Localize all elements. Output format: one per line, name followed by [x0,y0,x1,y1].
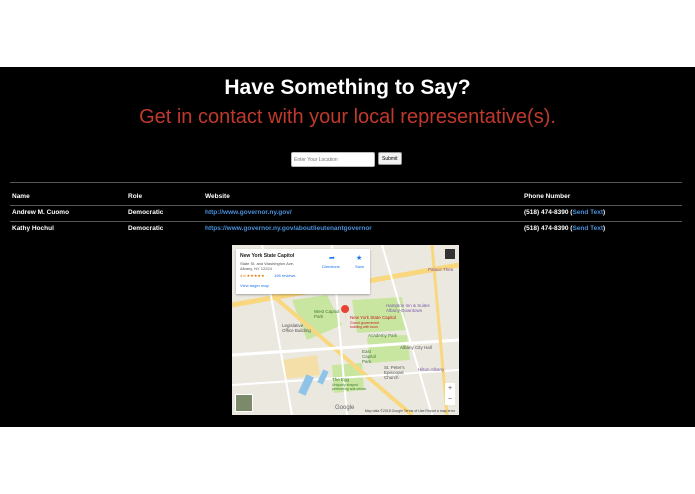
map-label: Albany City Hall [400,345,432,350]
map-label: Palace Thea [428,267,454,272]
submit-button[interactable]: Submit [378,152,402,165]
map-label: West Capitol Park [314,309,340,319]
save-button[interactable]: Save [355,264,364,269]
rep-phone: (518) 474-8390 (Send Text) [524,225,606,232]
directions-icon[interactable]: ➦ [329,254,335,262]
rep-website-link[interactable]: http://www.governor.ny.gov/ [205,209,292,216]
map-footer: Map data ©2018 Google Terms of Use Repor… [364,409,455,413]
location-input[interactable] [291,152,375,167]
map-label: New York State Capitol [350,315,397,320]
map-label: St. Peter's Episcopal Church [384,365,405,380]
send-text-link[interactable]: Send Text [572,209,603,216]
map-label: East Capitol Park [362,349,377,364]
map-label: Grand government building with tours [350,321,380,329]
page-subtitle: Get in contact with your local represent… [139,106,556,128]
send-text-link[interactable]: Send Text [572,225,603,232]
directions-button[interactable]: Directions [322,264,340,269]
place-rating: 4.6 ★★★★★ [240,273,265,278]
map-label: Hampton Inn & Suites Albany-Downtown [386,303,430,313]
map-label: Hilton Albany [418,367,445,372]
phone-number: (518) 474-8390 [524,225,569,232]
zoom-control: + − [445,383,455,405]
divider [10,182,682,183]
satellite-toggle[interactable] [235,394,253,412]
map-label: Uniquely shaped performing arts venue [332,383,367,391]
rep-name: Andrew M. Cuomo [12,209,70,216]
rep-phone: (518) 474-8390 (Send Text) [524,209,606,216]
embedded-map[interactable]: New York State Capitol State St. and Was… [232,245,459,415]
table-row: Andrew M. Cuomo Democratic http://www.go… [10,206,682,220]
header-website: Website [205,193,230,200]
google-logo: Google [335,405,355,411]
zoom-in-button[interactable]: + [445,383,455,394]
save-star-icon[interactable]: ★ [356,254,362,262]
location-search-form: Submit [291,152,402,167]
rep-website-link[interactable]: https://www.governor.ny.gov/aboutlieuten… [205,225,372,232]
fullscreen-button[interactable] [445,249,455,259]
header-phone: Phone Number [524,193,571,200]
phone-number: (518) 474-8390 [524,209,569,216]
map-label: Academy Park [368,333,398,338]
header-role: Role [128,193,143,200]
rep-role: Democratic [128,209,164,216]
table-row: Kathy Hochul Democratic https://www.gove… [10,222,682,236]
rep-role: Democratic [128,225,164,232]
map-label: Legislative Office Building [282,323,311,333]
place-title: New York State Capitol [240,253,295,259]
place-card: New York State Capitol State St. and Was… [236,249,370,294]
map-label: The Egg [332,377,350,382]
page-title: Have Something to Say? [224,76,471,99]
table-header-row: Name Role Website Phone Number [10,190,682,204]
rep-name: Kathy Hochul [12,225,54,232]
view-larger-map-link[interactable]: View larger map [240,283,269,288]
reviews-link[interactable]: 196 reviews [274,273,295,278]
place-address-line2: Albany, NY 12224 [240,266,272,271]
header-name: Name [12,193,30,200]
zoom-out-button[interactable]: − [445,394,455,405]
